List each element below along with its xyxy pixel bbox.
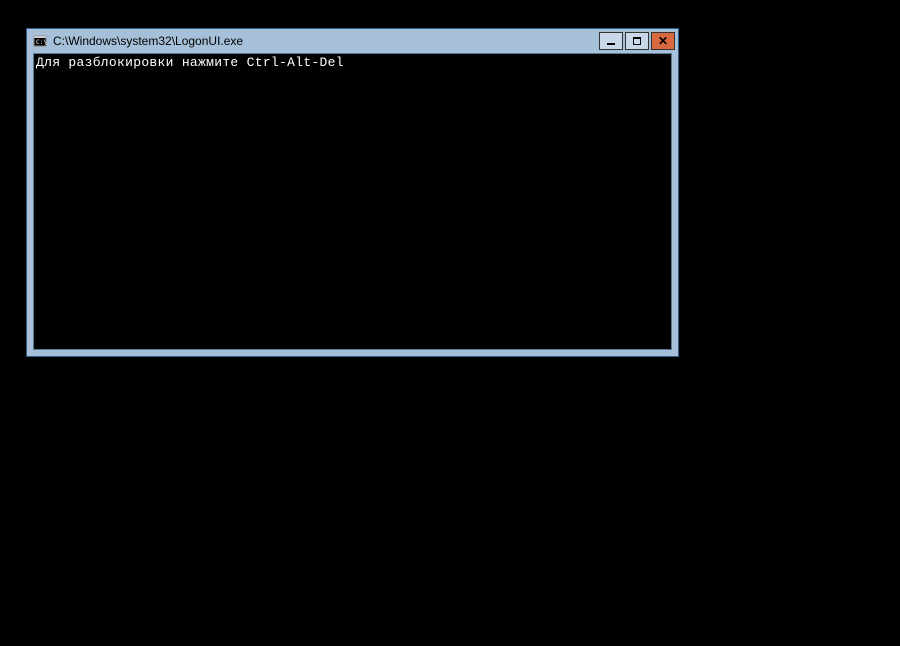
console-client-area[interactable]: Для разблокировки нажмите Ctrl-Alt-Del xyxy=(33,53,672,350)
console-window: C:\ C:\Windows\system32\LogonUI.exe ✕ Дл… xyxy=(26,28,679,357)
close-button[interactable]: ✕ xyxy=(651,32,675,50)
close-icon: ✕ xyxy=(658,35,668,47)
console-output: Для разблокировки нажмите Ctrl-Alt-Del xyxy=(34,54,671,71)
maximize-button[interactable] xyxy=(625,32,649,50)
maximize-icon xyxy=(633,37,641,45)
console-app-icon: C:\ xyxy=(33,34,47,48)
window-controls: ✕ xyxy=(597,29,678,53)
window-title: C:\Windows\system32\LogonUI.exe xyxy=(53,34,597,48)
minimize-icon xyxy=(607,43,615,45)
titlebar[interactable]: C:\ C:\Windows\system32\LogonUI.exe ✕ xyxy=(27,29,678,53)
minimize-button[interactable] xyxy=(599,32,623,50)
svg-text:C:\: C:\ xyxy=(36,39,47,46)
